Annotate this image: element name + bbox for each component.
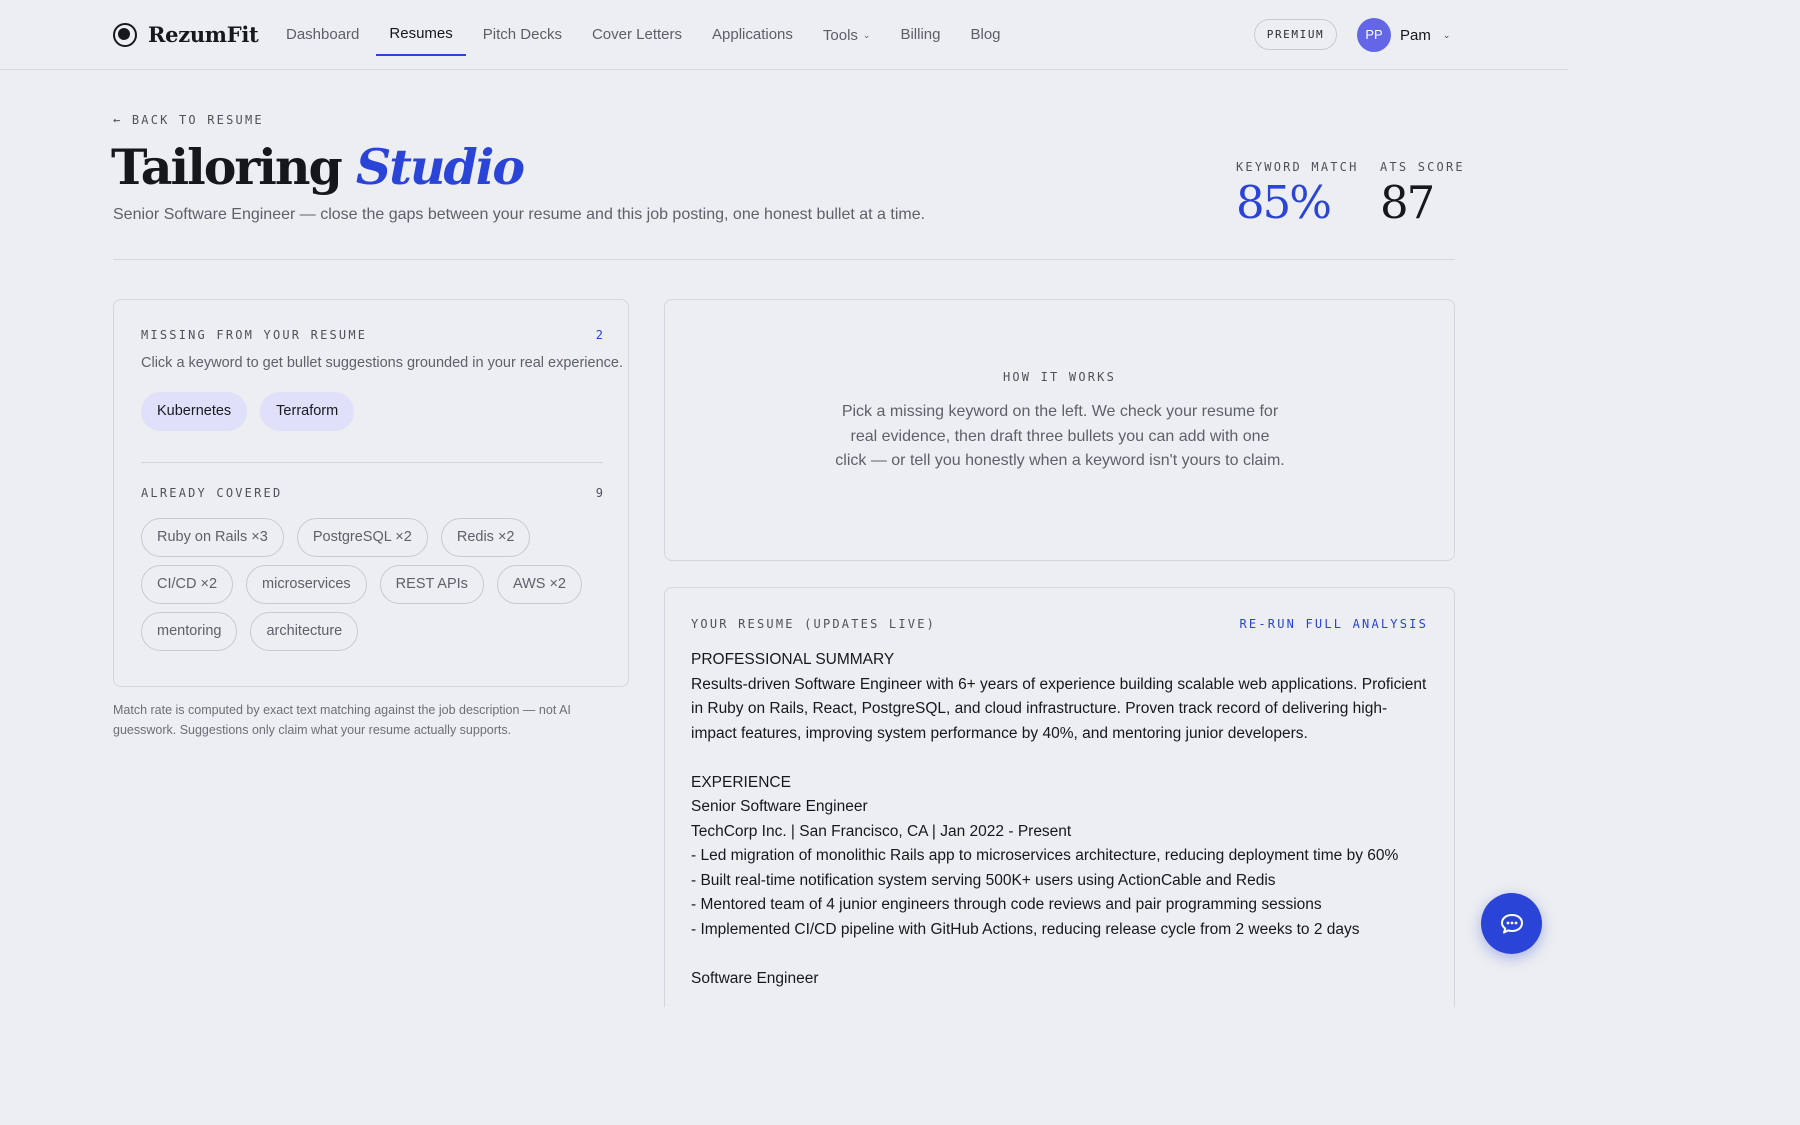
how-it-works-card: HOW IT WORKS Pick a missing keyword on t… [664, 299, 1455, 561]
covered-keyword-chip: microservices [246, 565, 367, 604]
missing-keywords: Kubernetes Terraform [141, 392, 611, 431]
page-title-accent: Studio [355, 138, 525, 196]
covered-keyword-chip: REST APIs [379, 565, 484, 604]
missing-description: Click a keyword to get bullet suggestion… [141, 355, 623, 371]
keyword-match-value: 85% [1236, 176, 1332, 229]
chat-button[interactable] [1481, 893, 1542, 954]
resume-preview-heading: YOUR RESUME (UPDATES LIVE) [691, 617, 937, 631]
brand-logo[interactable]: RezumFit [113, 22, 259, 47]
nav-link-resumes[interactable]: Resumes [376, 0, 467, 70]
nav-link-tools-label: Tools [822, 27, 858, 44]
page-title-plain: Tailoring [111, 138, 343, 196]
rerun-analysis-button[interactable]: RE-RUN FULL ANALYSIS [1240, 617, 1429, 631]
nav-link-dashboard[interactable]: Dashboard [286, 0, 359, 70]
how-it-works-heading: HOW IT WORKS [1002, 370, 1117, 384]
covered-keyword-chip: Ruby on Rails ×3 [141, 518, 284, 557]
top-nav: RezumFit Dashboard Resumes Pitch Decks C… [0, 0, 1568, 70]
keyword-match-stat: KEYWORD MATCH 85% [1236, 160, 1359, 225]
nav-link-cover-letters[interactable]: Cover Letters [592, 0, 682, 70]
nav-link-billing[interactable]: Billing [900, 0, 940, 70]
missing-count: 2 [595, 328, 603, 342]
page-subtitle: Senior Software Engineer — close the gap… [113, 206, 926, 223]
resume-preview-header: YOUR RESUME (UPDATES LIVE) RE-RUN FULL A… [691, 617, 1428, 631]
nav-links: Dashboard Resumes Pitch Decks Cover Lett… [286, 0, 1031, 70]
missing-keyword-chip[interactable]: Terraform [260, 392, 355, 431]
covered-keyword-chip: CI/CD ×2 [141, 565, 234, 604]
nav-link-pitch-decks[interactable]: Pitch Decks [483, 0, 562, 70]
header-divider [113, 259, 1455, 260]
nav-link-blog[interactable]: Blog [971, 0, 1001, 70]
brand-name: RezumFit [148, 22, 259, 47]
covered-header: ALREADY COVERED 9 [141, 486, 603, 500]
covered-heading: ALREADY COVERED [141, 486, 283, 500]
circle-logo-icon [113, 22, 137, 47]
match-rate-footnote: Match rate is computed by exact text mat… [113, 703, 571, 737]
ats-score-value: 87 [1380, 176, 1435, 229]
covered-keywords: Ruby on Rails ×3 PostgreSQL ×2 Redis ×2 … [141, 518, 611, 659]
keyword-match-label: KEYWORD MATCH [1236, 160, 1359, 174]
back-to-resume-link[interactable]: ← BACK TO RESUME [113, 113, 264, 127]
chat-bubble-icon [1500, 913, 1523, 933]
covered-count: 9 [595, 486, 603, 500]
covered-keyword-chip: architecture [250, 612, 359, 651]
covered-keyword-chip: AWS ×2 [496, 565, 582, 604]
ats-score-label: ATS SCORE [1380, 160, 1465, 174]
user-name: Pam [1400, 26, 1431, 44]
chevron-down-icon: ⌄ [1442, 29, 1451, 40]
covered-keyword-chip: Redis ×2 [440, 518, 531, 557]
nav-link-applications[interactable]: Applications [712, 0, 793, 70]
resume-preview-card: YOUR RESUME (UPDATES LIVE) RE-RUN FULL A… [664, 587, 1455, 1007]
how-it-works-text: Pick a missing keyword on the left. We c… [835, 403, 1285, 469]
ats-score-stat: ATS SCORE 87 [1380, 160, 1465, 225]
covered-keyword-chip: PostgreSQL ×2 [296, 518, 428, 557]
avatar: PP [1357, 18, 1391, 52]
page-title: Tailoring Studio [111, 138, 525, 196]
premium-badge[interactable]: PREMIUM [1254, 19, 1337, 50]
user-menu[interactable]: PP Pam ⌄ [1357, 18, 1450, 52]
nav-link-tools[interactable]: Tools ⌄ [823, 0, 871, 70]
missing-keyword-chip[interactable]: Kubernetes [141, 392, 248, 431]
missing-header: MISSING FROM YOUR RESUME 2 [141, 328, 603, 342]
section-divider [141, 462, 603, 463]
chevron-down-icon: ⌄ [862, 30, 871, 40]
resume-text: PROFESSIONAL SUMMARY Results-driven Soft… [691, 651, 1427, 987]
keywords-card: MISSING FROM YOUR RESUME 2 Click a keywo… [113, 299, 629, 687]
missing-heading: MISSING FROM YOUR RESUME [141, 328, 368, 342]
covered-keyword-chip: mentoring [141, 612, 238, 651]
